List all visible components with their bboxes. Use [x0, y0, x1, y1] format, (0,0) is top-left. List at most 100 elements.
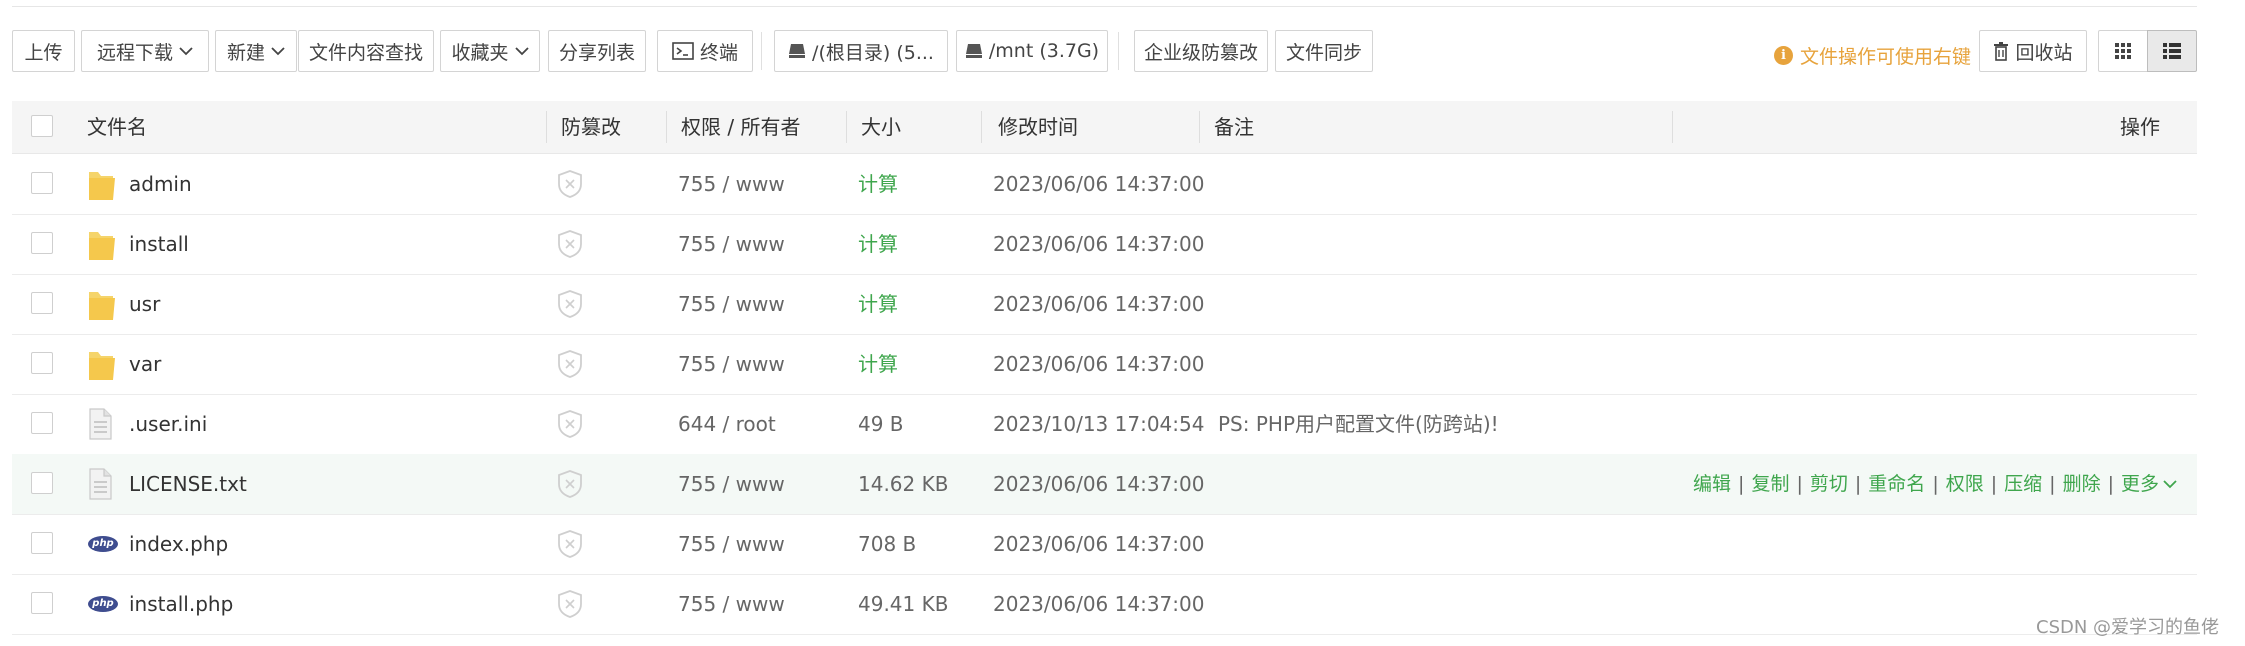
permission-owner[interactable]: 755 / www: [678, 514, 785, 574]
file-name[interactable]: admin: [129, 154, 192, 214]
compress-action[interactable]: 压缩: [2004, 454, 2042, 514]
file-name[interactable]: var: [129, 334, 161, 394]
modified-time: 2023/06/06 14:37:00: [993, 352, 1205, 376]
tamper-proof-button[interactable]: 企业级防篡改: [1134, 30, 1268, 72]
modified-time: 2023/06/06 14:37:00: [993, 292, 1205, 316]
header-name[interactable]: 文件名: [87, 101, 147, 153]
upload-button[interactable]: 上传: [12, 30, 75, 72]
remote-download-label: 远程下载: [96, 41, 173, 64]
chevron-down-icon: [271, 46, 285, 55]
tamper-shield-icon[interactable]: [556, 229, 584, 259]
permission-owner[interactable]: 755 / www: [678, 574, 785, 634]
share-list-button[interactable]: 分享列表: [548, 30, 646, 72]
action-separator: |: [1796, 473, 1803, 495]
file-sync-button[interactable]: 文件同步: [1275, 30, 1373, 72]
tamper-shield-icon[interactable]: [556, 589, 584, 619]
calculate-size-link[interactable]: 计算: [858, 154, 898, 214]
disk-root-button[interactable]: /(根目录) (5...: [774, 30, 948, 72]
file-icon: [87, 408, 119, 440]
calculate-size-link[interactable]: 计算: [858, 334, 898, 394]
recycle-bin-button[interactable]: 回收站: [1979, 30, 2087, 72]
row-checkbox[interactable]: [31, 292, 53, 314]
action-separator: |: [1932, 473, 1939, 495]
file-name[interactable]: LICENSE.txt: [129, 454, 247, 514]
table-row[interactable]: admin 755 / www 计算 2023/06/06 14:37:00: [12, 154, 2197, 215]
copy-action[interactable]: 复制: [1751, 454, 1789, 514]
row-checkbox[interactable]: [31, 352, 53, 374]
tamper-shield-icon[interactable]: [556, 409, 584, 439]
tamper-shield-icon[interactable]: [556, 469, 584, 499]
favorites-label: 收藏夹: [451, 41, 509, 64]
tamper-shield-icon[interactable]: [556, 349, 584, 379]
header-tamper: 防篡改: [561, 115, 621, 139]
disk-root-label: /(根目录) (5...: [812, 41, 934, 64]
edit-action[interactable]: 编辑: [1693, 454, 1731, 514]
modified-time: 2023/06/06 14:37:00: [993, 232, 1205, 256]
file-name[interactable]: index.php: [129, 514, 228, 574]
table-row[interactable]: LICENSE.txt 755 / www 14.62 KB 2023/06/06 1…: [12, 454, 2197, 515]
modified-time: 2023/06/06 14:37:00: [993, 592, 1205, 616]
action-separator: |: [2107, 473, 2114, 495]
header-divider: [846, 111, 847, 143]
favorites-button[interactable]: 收藏夹: [440, 30, 540, 72]
file-name[interactable]: install: [129, 214, 189, 274]
file-name[interactable]: install.php: [129, 574, 233, 634]
row-checkbox[interactable]: [31, 532, 53, 554]
row-checkbox[interactable]: [31, 172, 53, 194]
disk-mnt-button[interactable]: /mnt (3.7G): [956, 30, 1108, 72]
permission-owner[interactable]: 755 / www: [678, 154, 785, 214]
grid-view-button[interactable]: [2098, 30, 2148, 72]
delete-action[interactable]: 删除: [2063, 454, 2101, 514]
permission-owner[interactable]: 755 / www: [678, 274, 785, 334]
permission-owner[interactable]: 755 / www: [678, 214, 785, 274]
content-search-button[interactable]: 文件内容查找: [298, 30, 434, 72]
calculate-size-link[interactable]: 计算: [858, 214, 898, 274]
row-checkbox[interactable]: [31, 232, 53, 254]
more-action[interactable]: 更多: [2121, 454, 2159, 514]
permission-owner[interactable]: 755 / www: [678, 454, 785, 514]
list-view-button[interactable]: [2147, 30, 2197, 72]
row-checkbox[interactable]: [31, 592, 53, 614]
tamper-shield-icon[interactable]: [556, 169, 584, 199]
header-mtime[interactable]: 修改时间: [998, 101, 1078, 153]
permission-action[interactable]: 权限: [1946, 454, 1984, 514]
table-row[interactable]: .user.ini 644 / root 49 B 2023/10/13 17:04:…: [12, 394, 2197, 455]
top-divider: [12, 6, 2197, 7]
permission-owner[interactable]: 755 / www: [678, 334, 785, 394]
modified-time: 2023/06/06 14:37:00: [993, 532, 1205, 556]
cut-action[interactable]: 剪切: [1810, 454, 1848, 514]
table-row[interactable]: install 755 / www 计算 2023/06/06 14:37:00: [12, 214, 2197, 275]
permission-owner[interactable]: 644 / root: [678, 394, 776, 454]
table-row[interactable]: usr 755 / www 计算 2023/06/06 14:37:00: [12, 274, 2197, 335]
file-size: 14.62 KB: [858, 472, 949, 496]
table-row[interactable]: php index.php 755 / www 708 B 2023/06/06 14:…: [12, 514, 2197, 575]
folder-icon: [87, 348, 119, 380]
toolbar-divider: [761, 32, 762, 70]
remote-download-button[interactable]: 远程下载: [81, 30, 209, 72]
file-note[interactable]: PS: PHP用户配置文件(防跨站)!: [1218, 394, 1499, 454]
table-row[interactable]: var 755 / www 计算 2023/06/06 14:37:00: [12, 334, 2197, 395]
action-separator: |: [1854, 473, 1862, 495]
rename-action[interactable]: 重命名: [1868, 454, 1925, 514]
action-separator: |: [2049, 473, 2056, 495]
file-name[interactable]: usr: [129, 274, 160, 334]
disk-mnt-label: /mnt (3.7G): [988, 40, 1100, 62]
terminal-button[interactable]: 终端: [657, 30, 753, 72]
row-checkbox[interactable]: [31, 412, 53, 434]
share-list-label: 分享列表: [558, 41, 635, 64]
select-all-checkbox[interactable]: [31, 115, 53, 137]
new-button[interactable]: 新建: [215, 30, 297, 72]
chevron-down-icon[interactable]: [2163, 479, 2177, 489]
file-icon: [87, 468, 119, 500]
header-size[interactable]: 大小: [861, 101, 901, 153]
tamper-shield-icon[interactable]: [556, 529, 584, 559]
row-actions: 编辑 | 复制 | 剪切 | 重命名 | 权限 | 压缩 | 删除 | 更多: [1693, 454, 2177, 514]
row-checkbox[interactable]: [31, 472, 53, 494]
action-separator: |: [1990, 473, 1998, 495]
tamper-shield-icon[interactable]: [556, 289, 584, 319]
calculate-size-link[interactable]: 计算: [858, 274, 898, 334]
table-row[interactable]: php install.php 755 / www 49.41 KB 2023/06/0…: [12, 574, 2197, 635]
file-sync-label: 文件同步: [1285, 41, 1362, 64]
chevron-down-icon: [514, 46, 529, 55]
file-name[interactable]: .user.ini: [129, 394, 207, 454]
